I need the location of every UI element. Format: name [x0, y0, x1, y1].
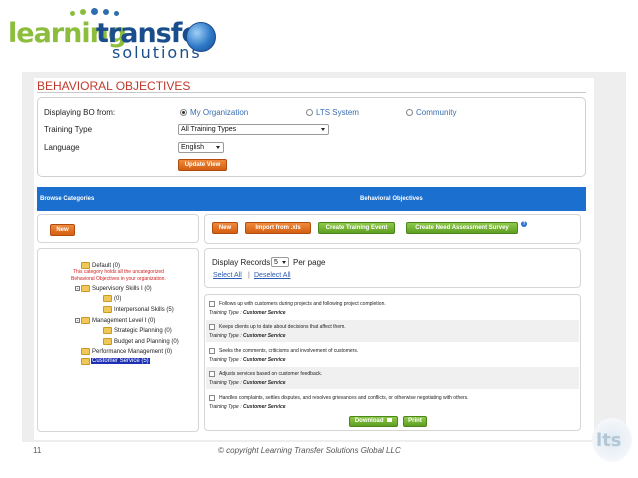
radio-community[interactable] — [406, 109, 413, 116]
record-text: Handles complaints, settles disputes, an… — [219, 395, 469, 401]
expand-icon[interactable]: + — [75, 286, 80, 291]
behavioral-objectives-header: Behavioral Objectives — [360, 196, 423, 202]
tree-node-supervisory[interactable]: Supervisory Skills I (0) — [92, 286, 152, 292]
per-page-label: Per page — [293, 258, 326, 267]
logo-dot — [114, 11, 119, 16]
tree-node-performance[interactable]: Performance Management (0) — [92, 349, 172, 355]
records-per-page-select[interactable]: 5 — [271, 257, 289, 267]
folder-icon — [103, 327, 112, 334]
tree-note-line2: Behavioral Objectives in your organizati… — [71, 276, 166, 282]
record-type: Training Type : Customer Service — [209, 333, 286, 339]
display-records-label: Display Records: — [212, 258, 273, 267]
tree-node-customer-service-label: Customer Service (5) — [91, 358, 150, 364]
logo-word-solutions: solutions — [112, 43, 202, 62]
record-type: Training Type : Customer Service — [209, 357, 286, 363]
create-survey-button[interactable]: Create Need Assessment Survey — [406, 222, 518, 234]
chevron-down-icon — [216, 146, 220, 149]
tree-node-management[interactable]: Management Level I (0) — [92, 318, 155, 324]
folder-icon — [103, 338, 112, 345]
radio-my-organization[interactable] — [180, 109, 187, 116]
record-text: Follows up with customers during project… — [219, 301, 386, 307]
language-value: English — [181, 144, 204, 151]
deselect-all-link[interactable]: Deselect All — [254, 272, 291, 279]
chevron-down-icon — [282, 261, 286, 264]
page-title: BEHAVIORAL OBJECTIVES — [37, 79, 191, 93]
new-category-button[interactable]: New — [50, 224, 75, 236]
update-view-button[interactable]: Update View — [178, 159, 227, 171]
create-training-event-button[interactable]: Create Training Event — [318, 222, 395, 234]
record-type: Training Type : Customer Service — [209, 380, 286, 386]
browse-categories-header: Browse Categories — [40, 196, 95, 202]
download-button[interactable]: Download — [349, 416, 398, 427]
training-type-label: Training Type — [44, 125, 93, 134]
folder-icon — [81, 285, 90, 292]
tree-node-budget[interactable]: Budget and Planning (0) — [114, 339, 179, 345]
list-item: Keeps clients up to date about decisions… — [206, 320, 579, 342]
radio-lts-system[interactable] — [306, 109, 313, 116]
records-per-page-value: 5 — [274, 259, 278, 266]
help-icon[interactable]: ? — [521, 221, 527, 227]
logo-dot — [80, 9, 86, 15]
title-divider — [37, 92, 586, 93]
folder-icon — [81, 348, 90, 355]
training-type-select[interactable]: All Training Types — [178, 124, 329, 135]
language-select[interactable]: English — [178, 142, 224, 153]
folder-icon — [103, 295, 112, 302]
download-icon — [387, 418, 393, 423]
tree-node-strategic[interactable]: Strategic Planning (0) — [114, 328, 172, 334]
logo-dot — [70, 11, 75, 16]
record-type: Training Type : Customer Service — [209, 310, 286, 316]
record-checkbox[interactable] — [209, 301, 215, 307]
displaying-label: Displaying BO from: — [44, 108, 116, 117]
import-xls-button[interactable]: Import from .xls — [245, 222, 311, 234]
chevron-down-icon — [321, 128, 325, 131]
record-checkbox[interactable] — [209, 395, 215, 401]
tree-node-customer-service[interactable]: Customer Service (5) — [91, 358, 150, 364]
expand-icon[interactable]: + — [75, 318, 80, 323]
logo-dot — [103, 9, 109, 15]
link-separator: | — [248, 272, 250, 279]
select-all-link[interactable]: Select All — [213, 272, 242, 279]
tree-node-sup-child[interactable]: (0) — [114, 296, 121, 302]
record-checkbox[interactable] — [209, 324, 215, 330]
radio-lts-system-label[interactable]: LTS System — [316, 108, 359, 117]
folder-icon — [103, 306, 112, 313]
record-checkbox[interactable] — [209, 348, 215, 354]
lts-logo-text: lts — [596, 430, 622, 451]
logo-dot — [91, 8, 98, 15]
record-text: Seeks the comments, criticisms and invol… — [219, 348, 359, 354]
list-item: Adjusts services based on customer feedb… — [206, 367, 579, 389]
record-text: Keeps clients up to date about decisions… — [219, 324, 346, 330]
radio-community-label[interactable]: Community — [416, 108, 456, 117]
list-item: Handles complaints, settles disputes, an… — [206, 391, 579, 413]
header-bar — [37, 187, 586, 211]
print-button[interactable]: Print — [403, 416, 427, 427]
record-text: Adjusts services based on customer feedb… — [219, 371, 323, 377]
language-label: Language — [44, 143, 80, 152]
pagination-controls — [204, 248, 581, 288]
list-item: Follows up with customers during project… — [206, 297, 579, 319]
record-type: Training Type : Customer Service — [209, 404, 286, 410]
list-item: Seeks the comments, criticisms and invol… — [206, 344, 579, 366]
folder-icon — [81, 262, 90, 269]
folder-icon — [81, 358, 90, 365]
globe-icon — [186, 22, 216, 52]
tree-note-line1: This category holds all the uncategorize… — [73, 269, 164, 275]
record-checkbox[interactable] — [209, 371, 215, 377]
new-objective-button[interactable]: New — [212, 222, 238, 234]
radio-my-organization-label[interactable]: My Organization — [190, 108, 248, 117]
folder-icon — [81, 317, 90, 324]
download-label: Download — [354, 418, 384, 424]
copyright-text: © copyright Learning Transfer Solutions … — [218, 446, 401, 455]
slide-number: 11 — [33, 446, 42, 455]
tree-node-interpersonal[interactable]: Interpersonal Skills (5) — [114, 307, 174, 313]
training-type-value: All Training Types — [181, 126, 237, 133]
